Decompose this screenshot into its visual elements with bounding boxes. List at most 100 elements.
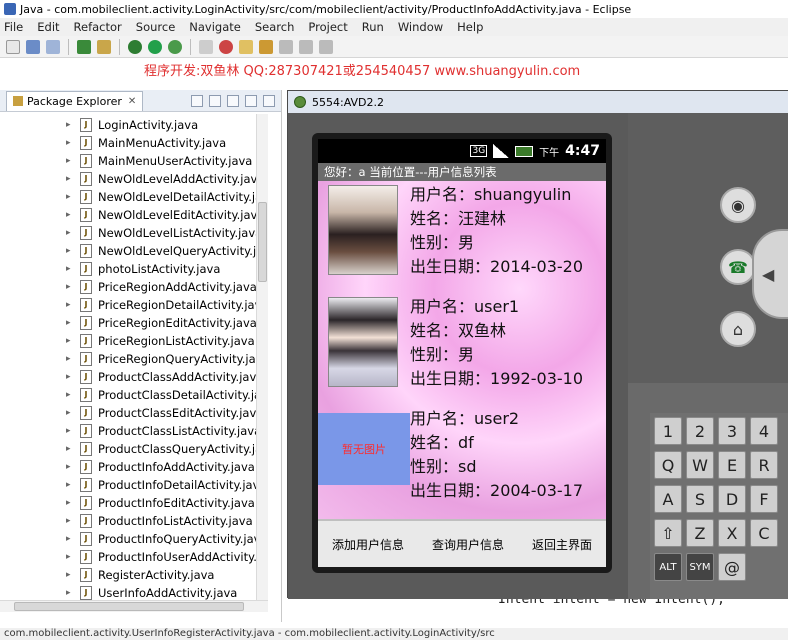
expand-icon[interactable]: ▸ xyxy=(66,138,74,148)
key[interactable]: Q xyxy=(654,451,682,479)
home-icon[interactable]: ⌂ xyxy=(720,311,756,347)
expand-icon[interactable]: ▸ xyxy=(66,210,74,220)
expand-icon[interactable]: ▸ xyxy=(66,570,74,580)
file-item[interactable]: ▸ JphotoListActivity.java xyxy=(66,260,220,278)
key[interactable]: R xyxy=(750,451,778,479)
file-item[interactable]: ▸ J MainMenuUserActivity.java xyxy=(66,152,252,170)
link-editor-icon[interactable] xyxy=(209,94,221,107)
back-icon[interactable] xyxy=(299,39,313,54)
key[interactable]: S xyxy=(686,485,714,513)
expand-icon[interactable]: ▸ xyxy=(66,480,74,490)
close-icon[interactable]: ✕ xyxy=(128,96,136,107)
expand-icon[interactable]: ▸ xyxy=(66,462,74,472)
back-to-main-button[interactable]: 返回主界面 xyxy=(530,532,594,557)
file-item[interactable]: ▸ J ProductInfoQueryActivity.java xyxy=(66,530,268,548)
sym-key[interactable]: SYM xyxy=(686,553,714,581)
key[interactable]: 2 xyxy=(686,417,714,445)
expand-icon[interactable]: ▸ xyxy=(66,516,74,526)
file-item[interactable]: ▸ J PriceRegionEditActivity.java xyxy=(66,314,257,332)
file-item[interactable]: ▸ J ProductInfoListActivity.java xyxy=(66,512,253,530)
file-item[interactable]: ▸ J NewOldLevelAddActivity.java xyxy=(66,170,264,188)
left-arrow-icon[interactable]: ◀ xyxy=(762,265,774,284)
file-item[interactable]: ▸ J ProductInfoAddActivity.java xyxy=(66,458,255,476)
menu-help[interactable]: Help xyxy=(457,20,483,34)
file-item[interactable]: ▸ J NewOldLevelDetailActivity.java xyxy=(66,188,268,206)
alt-key[interactable]: ALT xyxy=(654,553,682,581)
next-annotation-icon[interactable] xyxy=(279,39,293,54)
expand-icon[interactable]: ▸ xyxy=(66,156,74,166)
minimize-icon[interactable] xyxy=(245,94,257,107)
package-explorer-vertical-scrollbar[interactable] xyxy=(256,114,268,600)
key[interactable]: 1 xyxy=(654,417,682,445)
expand-icon[interactable]: ▸ xyxy=(66,552,74,562)
expand-icon[interactable]: ▸ xyxy=(66,426,74,436)
at-key[interactable]: @ xyxy=(718,553,746,581)
pencil-icon[interactable] xyxy=(259,39,273,54)
checkbox-icon[interactable] xyxy=(77,39,91,54)
query-user-button[interactable]: 查询用户信息 xyxy=(430,532,506,557)
print-icon[interactable] xyxy=(46,39,60,54)
expand-icon[interactable]: ▸ xyxy=(66,192,74,202)
key[interactable]: E xyxy=(718,451,746,479)
file-item[interactable]: ▸ J ProductClassListActivity.java xyxy=(66,422,261,440)
key[interactable]: W xyxy=(686,451,714,479)
expand-icon[interactable]: ▸ xyxy=(66,120,74,130)
menu-run[interactable]: Run xyxy=(362,20,384,34)
file-item[interactable]: ▸ J ProductInfoUserAddActivity.java xyxy=(66,548,268,566)
key[interactable]: F xyxy=(750,485,778,513)
new-file-icon[interactable] xyxy=(6,39,20,54)
expand-icon[interactable]: ▸ xyxy=(66,534,74,544)
build-icon[interactable] xyxy=(97,39,111,54)
package-explorer-tab[interactable]: Package Explorer ✕ xyxy=(6,90,144,111)
file-item[interactable]: ▸ J LoginActivity.java xyxy=(66,116,198,134)
key[interactable]: X xyxy=(718,519,746,547)
file-item[interactable]: ▸ J ProductClassAddActivity.java xyxy=(66,368,263,386)
expand-icon[interactable]: ▸ xyxy=(66,498,74,508)
menu-file[interactable]: File xyxy=(4,20,23,34)
key[interactable]: 4 xyxy=(750,417,778,445)
file-item[interactable]: ▸ J ProductClassDetailActivity.java xyxy=(66,386,268,404)
expand-icon[interactable]: ▸ xyxy=(66,408,74,418)
expand-icon[interactable]: ▸ xyxy=(66,264,74,274)
file-item[interactable]: ▸ J ProductClassEditActivity.java xyxy=(66,404,263,422)
key[interactable]: D xyxy=(718,485,746,513)
call-icon[interactable]: ☎ xyxy=(720,249,756,285)
expand-icon[interactable]: ▸ xyxy=(66,228,74,238)
file-item[interactable]: ▸ J RegisterActivity.java xyxy=(66,566,214,584)
run-icon[interactable] xyxy=(148,39,162,54)
menu-search[interactable]: Search xyxy=(255,20,295,34)
menu-refactor[interactable]: Refactor xyxy=(74,20,122,34)
forward-icon[interactable] xyxy=(319,39,333,54)
key[interactable]: Z xyxy=(686,519,714,547)
expand-icon[interactable]: ▸ xyxy=(66,174,74,184)
add-user-button[interactable]: 添加用户信息 xyxy=(330,532,406,557)
file-item[interactable]: ▸ J NewOldLevelQueryActivity.java xyxy=(66,242,268,260)
package-explorer-horizontal-scrollbar[interactable] xyxy=(0,600,268,612)
view-menu-icon[interactable] xyxy=(227,94,239,107)
file-item[interactable]: ▸ J PriceRegionDetailActivity.java xyxy=(66,296,268,314)
menu-project[interactable]: Project xyxy=(308,20,347,34)
expand-icon[interactable]: ▸ xyxy=(66,390,74,400)
google-icon[interactable] xyxy=(219,39,233,54)
expand-icon[interactable]: ▸ xyxy=(66,588,74,598)
list-item[interactable]: 用户名：user1 姓名：双鱼林 性别：男 出生日期：1992-03-10 xyxy=(318,295,606,407)
menu-navigate[interactable]: Navigate xyxy=(189,20,241,34)
file-item[interactable]: ▸ J MainMenuActivity.java xyxy=(66,134,226,152)
scrollbar-thumb[interactable] xyxy=(258,202,267,282)
expand-icon[interactable]: ▸ xyxy=(66,336,74,346)
menu-source[interactable]: Source xyxy=(136,20,176,34)
file-item[interactable]: ▸ J PriceRegionQueryActivity.java xyxy=(66,350,268,368)
run-external-icon[interactable] xyxy=(168,39,182,54)
expand-icon[interactable]: ▸ xyxy=(66,372,74,382)
file-item[interactable]: ▸ J NewOldLevelEditActivity.java xyxy=(66,206,264,224)
file-item[interactable]: ▸ J PriceRegionListActivity.java xyxy=(66,332,255,350)
expand-icon[interactable]: ▸ xyxy=(66,318,74,328)
key[interactable]: C xyxy=(750,519,778,547)
scrollbar-thumb[interactable] xyxy=(14,602,244,611)
menu-edit[interactable]: Edit xyxy=(37,20,59,34)
pen-icon[interactable] xyxy=(199,39,213,54)
file-item[interactable]: ▸ J ProductClassQueryActivity.java xyxy=(66,440,268,458)
shift-key[interactable]: ⇧ xyxy=(654,519,682,547)
menu-window[interactable]: Window xyxy=(398,20,443,34)
debug-icon[interactable] xyxy=(128,39,142,54)
